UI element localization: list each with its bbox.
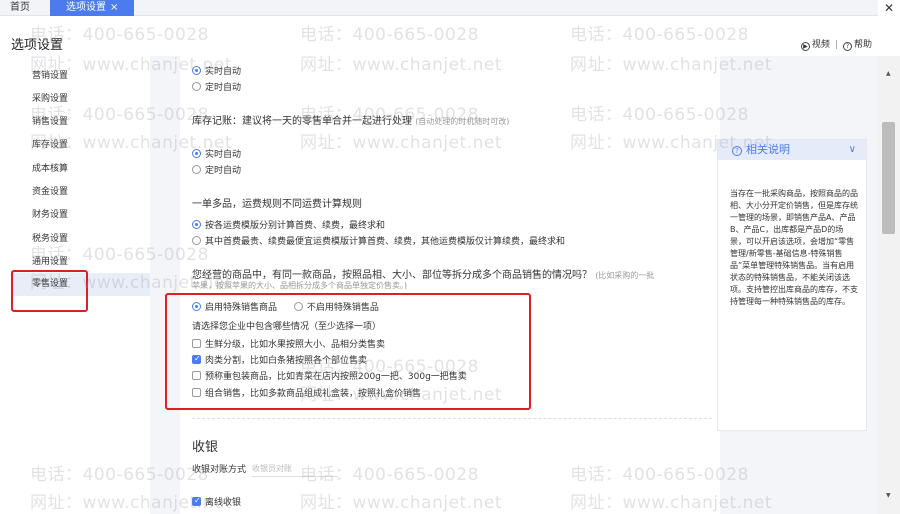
checkout-method-select[interactable]: 收银员对账 <box>252 463 339 477</box>
section-hint: (比如采购的一批 <box>595 271 655 280</box>
option-label: 实时自动 <box>205 67 242 77</box>
option-shipping-max[interactable]: 其中首费最贵、续费最便宜运费模版计算首费、续费，其他运费模版仅计算续费，最终求和 <box>192 234 565 247</box>
help-label: 帮助 <box>853 40 872 50</box>
tab-options-settings[interactable]: 选项设置 × <box>50 0 134 16</box>
window-close-icon[interactable]: ✕ <box>878 0 900 16</box>
radio-unselected[interactable] <box>192 82 201 91</box>
help-button[interactable]: ? 帮助 <box>842 37 872 51</box>
stock-record-title: 库存记账：建议将一天的零售单合并一起进行处理 (自动处理的时机随时可改) <box>192 112 509 127</box>
highlight-box-special-sale <box>165 293 531 410</box>
sidebar-item-funds[interactable]: 资金设置 <box>32 184 68 197</box>
tab-bar: 首页 选项设置 × ✕ <box>0 0 900 16</box>
checkout-method-row: 收银对账方式 收银员对账 <box>192 462 339 477</box>
help-panel-title: 相关说明 <box>746 143 790 156</box>
radio-selected[interactable] <box>192 220 201 229</box>
shipping-title: 一单多品，运费规则不同运费计算规则 <box>192 199 362 210</box>
scrollbar[interactable]: ▲ ▼ <box>878 56 900 514</box>
option-label: 定时自动 <box>205 83 242 93</box>
watermark-phone: 电话：400-665-0028 <box>300 25 479 45</box>
radio-unselected[interactable] <box>192 165 201 174</box>
option-scheduled-auto-1[interactable]: 定时自动 <box>192 80 241 93</box>
chevron-down-icon[interactable]: ∨ <box>849 140 856 160</box>
section-divider <box>192 418 712 419</box>
option-label: 实时自动 <box>205 150 242 160</box>
radio-unselected[interactable] <box>192 236 201 245</box>
header-actions: ▶ 视频 |? 帮助 <box>800 37 872 51</box>
question-icon: ? <box>732 146 742 156</box>
option-shipping-sum[interactable]: 按各运费模版分别计算首费、续费，最终求和 <box>192 218 385 231</box>
play-icon: ▶ <box>800 42 810 51</box>
sidebar-item-general[interactable]: 通用设置 <box>32 254 68 267</box>
radio-selected[interactable] <box>192 149 201 158</box>
sidebar-item-sales[interactable]: 销售设置 <box>32 114 68 127</box>
watermark-phone: 电话：400-665-0028 <box>570 25 749 45</box>
tab-close-icon[interactable]: × <box>110 2 118 13</box>
sidebar-item-costing[interactable]: 成本核算 <box>32 161 68 174</box>
help-panel-text: 当存在一批采购商品，按照商品的品相、大小分开定价销售，但是库存统一管理的场景，即… <box>730 189 858 306</box>
option-realtime-auto-2[interactable]: 实时自动 <box>192 147 241 160</box>
sidebar-item-finance[interactable]: 财务设置 <box>32 207 68 220</box>
video-label: 视频 <box>811 40 830 50</box>
option-label: 离线收银 <box>205 498 242 508</box>
help-icon: ? <box>842 42 852 51</box>
tab-home[interactable]: 首页 <box>10 0 50 16</box>
highlight-box-sidebar <box>11 270 88 312</box>
checkbox-offline-checkout[interactable]: 离线收银 <box>192 495 241 508</box>
related-help-panel: ? 相关说明 ∨ 当存在一批采购商品，按照商品的品相、大小分开定价销售，但是库存统一… <box>717 139 867 431</box>
sidebar-item-marketing[interactable]: 营销设置 <box>32 68 68 81</box>
option-label: 其中首费最贵、续费最便宜运费模版计算首费、续费，其他运费模版仅计算续费，最终求和 <box>205 237 566 247</box>
checkout-method-label: 收银对账方式 <box>192 465 247 475</box>
split-sale-hint: 苹果，按照苹果的大小、品相拆分成多个商品单独定价售卖。) <box>192 281 408 290</box>
tab-label: 选项设置 <box>66 2 106 13</box>
page-title: 选项设置 <box>11 38 64 53</box>
split-sale-title: 您经营的商品中，有同一款商品，按照品相、大小、部位等拆分成多个商品销售的情况吗？… <box>192 266 654 281</box>
radio-selected[interactable] <box>192 66 201 75</box>
option-label: 定时自动 <box>205 166 242 176</box>
option-scheduled-auto-2[interactable]: 定时自动 <box>192 163 241 176</box>
checkout-section-title: 收银 <box>192 440 219 455</box>
scroll-up-arrow-icon[interactable]: ▲ <box>886 70 891 77</box>
video-button[interactable]: ▶ 视频 <box>800 37 830 51</box>
option-label: 按各运费模版分别计算首费、续费，最终求和 <box>205 221 386 231</box>
section-hint: (自动处理的时机随时可改) <box>415 117 510 126</box>
scrollbar-thumb[interactable] <box>882 122 895 234</box>
sidebar-item-inventory[interactable]: 库存设置 <box>32 137 68 150</box>
option-realtime-auto-1[interactable]: 实时自动 <box>192 64 241 77</box>
sidebar-item-purchase[interactable]: 采购设置 <box>32 91 68 104</box>
help-panel-header[interactable]: ? 相关说明 ∨ <box>718 140 866 160</box>
section-title: 库存记账：建议将一天的零售单合并一起进行处理 <box>192 116 412 127</box>
checkbox-checked[interactable] <box>192 496 201 506</box>
sidebar-item-tax[interactable]: 税务设置 <box>32 231 68 244</box>
header-separator: | <box>834 40 838 50</box>
scroll-down-arrow-icon[interactable]: ▼ <box>886 492 891 499</box>
